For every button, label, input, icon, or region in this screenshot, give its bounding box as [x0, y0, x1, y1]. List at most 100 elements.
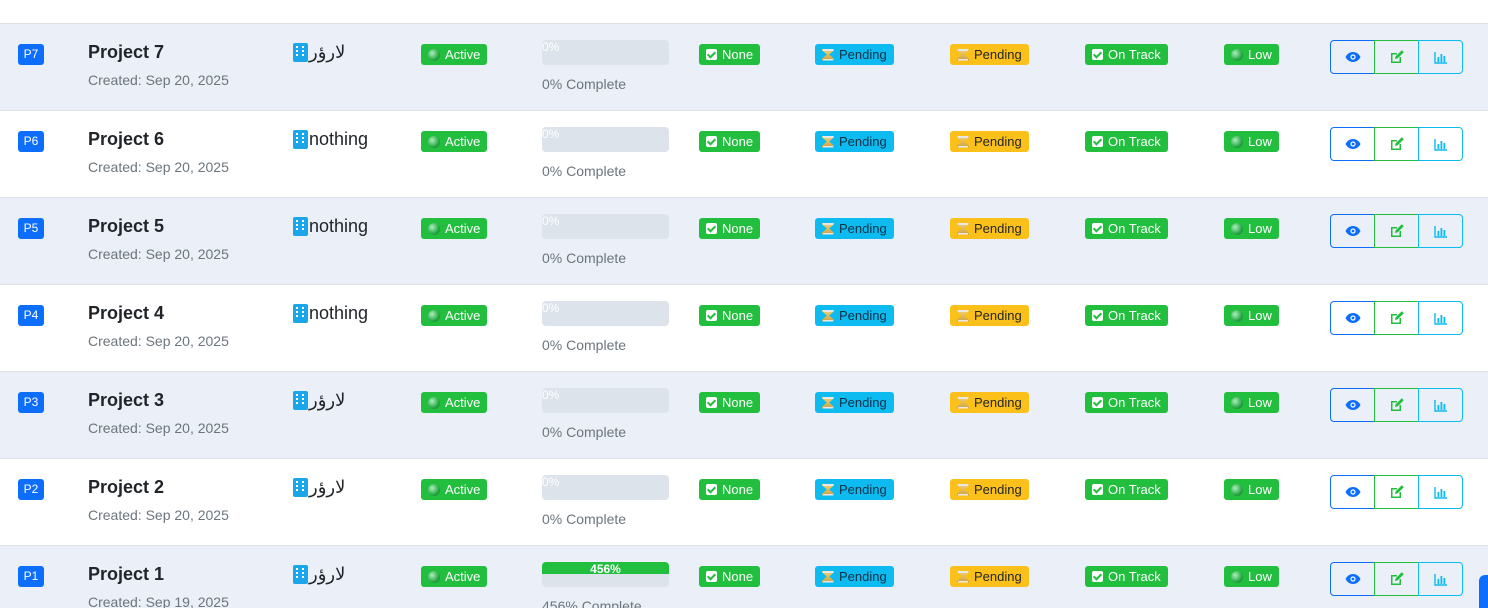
timeline-badge: On Track: [1085, 44, 1168, 65]
priority-label: Low: [1248, 482, 1272, 497]
edit-button[interactable]: [1374, 475, 1419, 509]
table-row: P1 Project 1 Created: Sep 19, 2025 لارؤر…: [0, 546, 1488, 608]
approval-label: Pending: [839, 395, 887, 410]
row-actions: [1330, 388, 1463, 422]
project-name[interactable]: Project 7: [88, 42, 164, 63]
project-name[interactable]: Project 6: [88, 129, 164, 150]
edit-icon: [1390, 224, 1404, 237]
analytics-button[interactable]: [1418, 388, 1463, 422]
project-created-date: Created: Sep 20, 2025: [88, 420, 229, 436]
edit-button[interactable]: [1374, 388, 1419, 422]
hourglass-icon: [822, 48, 834, 61]
project-created-date: Created: Sep 20, 2025: [88, 507, 229, 523]
project-created-date: Created: Sep 20, 2025: [88, 246, 229, 262]
timeline-badge: On Track: [1085, 131, 1168, 152]
check-square-icon: [1092, 223, 1103, 234]
building-icon: [293, 391, 308, 410]
view-button[interactable]: [1330, 127, 1375, 161]
progress-label: 0%: [542, 214, 560, 228]
project-name[interactable]: Project 4: [88, 303, 164, 324]
eye-icon: [1345, 52, 1360, 62]
review-label: Pending: [974, 395, 1022, 410]
analytics-button[interactable]: [1418, 40, 1463, 74]
status-badge: Active: [421, 392, 488, 413]
progress-complete-text: 0% Complete: [542, 511, 627, 527]
timeline-badge: On Track: [1085, 218, 1168, 239]
table-row: P3 Project 3 Created: Sep 20, 2025 لارؤر…: [0, 372, 1488, 459]
review-badge: Pending: [950, 479, 1029, 500]
table-row: P7 Project 7 Created: Sep 20, 2025 لارؤر…: [0, 24, 1488, 111]
approval-badge: Pending: [815, 218, 894, 239]
green-dot-icon: [1231, 309, 1243, 322]
view-button[interactable]: [1330, 40, 1375, 74]
approval-badge: Pending: [815, 479, 894, 500]
timeline-label: On Track: [1108, 308, 1161, 323]
status-label: Active: [445, 221, 481, 236]
analytics-button[interactable]: [1418, 562, 1463, 596]
view-button[interactable]: [1330, 214, 1375, 248]
analytics-button[interactable]: [1418, 301, 1463, 335]
approval-badge: Pending: [815, 392, 894, 413]
floating-side-button[interactable]: [1479, 575, 1488, 608]
analytics-button[interactable]: [1418, 127, 1463, 161]
status-badge: Active: [421, 44, 488, 65]
eye-icon: [1345, 226, 1360, 236]
hourglass-icon: [957, 396, 969, 409]
issues-badge: None: [699, 305, 761, 326]
view-button[interactable]: [1330, 475, 1375, 509]
project-name[interactable]: Project 3: [88, 390, 164, 411]
approval-label: Pending: [839, 47, 887, 62]
edit-button[interactable]: [1374, 301, 1419, 335]
project-name[interactable]: Project 2: [88, 477, 164, 498]
table-row: P4 Project 4 Created: Sep 20, 2025 nothi…: [0, 285, 1488, 372]
view-button[interactable]: [1330, 562, 1375, 596]
analytics-button[interactable]: [1418, 475, 1463, 509]
hourglass-icon: [822, 309, 834, 322]
progress-label: 0%: [542, 301, 560, 315]
priority-label: Low: [1248, 395, 1272, 410]
progress-bar: 0%: [542, 475, 669, 500]
department-name: nothing: [309, 216, 369, 236]
project-name[interactable]: Project 5: [88, 216, 164, 237]
approval-badge: Pending: [815, 305, 894, 326]
issues-label: None: [722, 395, 754, 410]
progress-label: 0%: [542, 475, 560, 489]
edit-button[interactable]: [1374, 214, 1419, 248]
view-button[interactable]: [1330, 388, 1375, 422]
timeline-label: On Track: [1108, 482, 1161, 497]
row-actions: [1330, 301, 1463, 335]
timeline-label: On Track: [1108, 569, 1161, 584]
review-label: Pending: [974, 134, 1022, 149]
bar-chart-icon: [1433, 399, 1447, 412]
hourglass-icon: [822, 570, 834, 583]
edit-button[interactable]: [1374, 40, 1419, 74]
approval-label: Pending: [839, 134, 887, 149]
edit-button[interactable]: [1374, 127, 1419, 161]
status-label: Active: [445, 395, 481, 410]
check-square-icon: [706, 136, 717, 147]
project-created-date: Created: Sep 19, 2025: [88, 594, 229, 608]
approval-label: Pending: [839, 221, 887, 236]
view-button[interactable]: [1330, 301, 1375, 335]
timeline-badge: On Track: [1085, 479, 1168, 500]
edit-button[interactable]: [1374, 562, 1419, 596]
check-square-icon: [706, 49, 717, 60]
progress-bar: 0%: [542, 388, 669, 413]
project-department: nothing: [293, 303, 368, 324]
priority-label: Low: [1248, 47, 1272, 62]
review-badge: Pending: [950, 218, 1029, 239]
timeline-badge: On Track: [1085, 305, 1168, 326]
project-created-date: Created: Sep 20, 2025: [88, 333, 229, 349]
check-square-icon: [706, 397, 717, 408]
progress-bar: 0%: [542, 40, 669, 65]
green-dot-icon: [1231, 222, 1243, 235]
project-id-badge: P7: [18, 44, 44, 65]
hourglass-icon: [822, 483, 834, 496]
review-label: Pending: [974, 47, 1022, 62]
analytics-button[interactable]: [1418, 214, 1463, 248]
status-badge: Active: [421, 305, 488, 326]
approval-badge: Pending: [815, 44, 894, 65]
progress-complete-text: 0% Complete: [542, 76, 627, 92]
hourglass-icon: [957, 309, 969, 322]
project-name[interactable]: Project 1: [88, 564, 164, 585]
